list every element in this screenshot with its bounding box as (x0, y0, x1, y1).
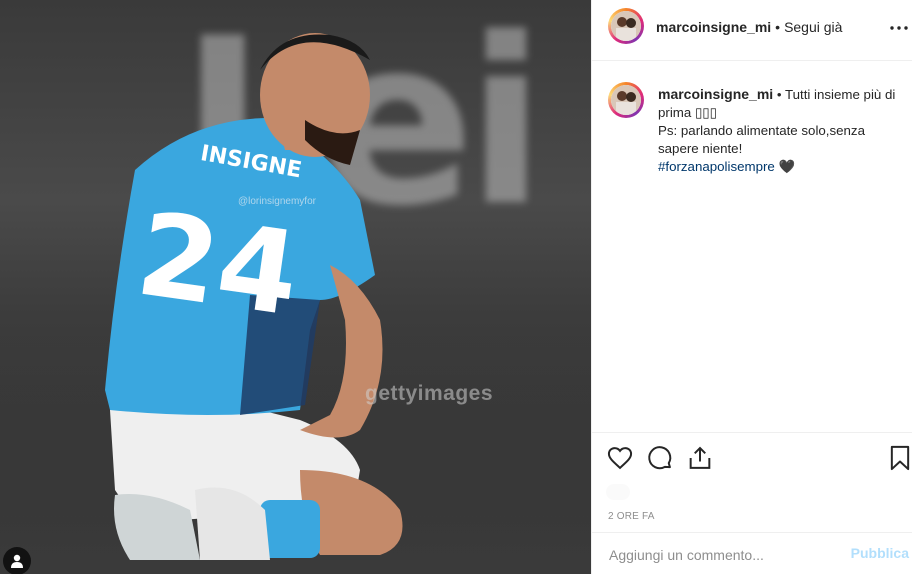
follow-status-button[interactable]: Segui già (784, 19, 842, 35)
svg-text:24: 24 (130, 188, 307, 343)
heart-icon[interactable] (606, 444, 634, 472)
caption-line-2: Ps: parlando alimentate solo,senza saper… (658, 123, 865, 156)
post-photo[interactable]: Lei 24 INSIGNE @lorinsignemyfor gettyima… (0, 0, 591, 574)
caption-username[interactable]: marcoinsigne_mi (658, 86, 773, 102)
caption-text: marcoinsigne_mi • Tutti insieme più di p… (658, 85, 908, 176)
header-separator: • (775, 19, 781, 35)
post-header: marcoinsigne_mi • Segui già (592, 0, 912, 61)
comment-input[interactable] (607, 541, 841, 569)
photo-watermark: gettyimages (365, 382, 494, 405)
post-time[interactable]: 2 ORE FA (608, 511, 655, 522)
comment-bar: Pubblica (592, 532, 912, 575)
caption-heart: 🖤 (778, 159, 796, 174)
post-side-panel: marcoinsigne_mi • Segui già marcoinsigne_m (591, 0, 912, 574)
post-actions: 2 ORE FA (592, 432, 912, 533)
comment-icon[interactable] (646, 444, 674, 472)
share-icon[interactable] (686, 444, 714, 472)
avatar[interactable] (608, 8, 644, 44)
caption-separator: • (776, 87, 782, 102)
header-user-line: marcoinsigne_mi • Segui già (656, 19, 842, 35)
more-icon[interactable] (889, 18, 909, 38)
player-figure: 24 INSIGNE (105, 33, 403, 560)
caption-hashtag[interactable]: #forzanapolisempre (658, 159, 775, 174)
photo-tag: @lorinsignemyfor (238, 196, 316, 207)
publish-button[interactable]: Pubblica (851, 545, 909, 561)
header-username[interactable]: marcoinsigne_mi (656, 19, 771, 35)
bookmark-icon[interactable] (886, 444, 912, 472)
profile-icon[interactable] (3, 547, 31, 574)
caption-avatar[interactable] (608, 82, 644, 118)
likes-placeholder (606, 484, 630, 500)
